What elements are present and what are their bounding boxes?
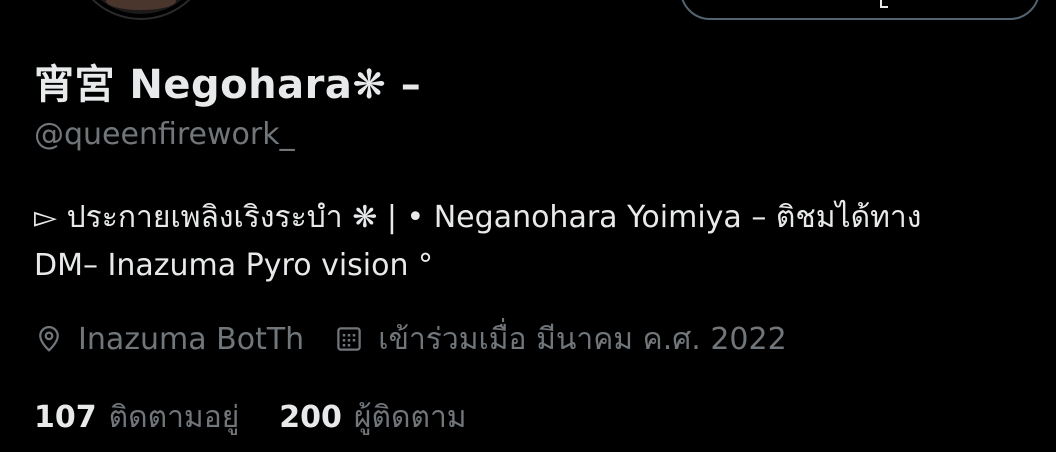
map-pin-icon bbox=[39, 326, 59, 352]
calendar-icon bbox=[337, 327, 361, 351]
follow-stats: 107 ติดตามอยู่ 200 ผู้ติดตาม bbox=[34, 394, 507, 440]
profile-bio: ▻ ประกายเพลิงเริงระบำ ❋ | • Neganohara Y… bbox=[34, 194, 1034, 290]
followers-link[interactable]: 200 ผู้ติดตาม bbox=[279, 394, 466, 441]
username: @queenfirework_ bbox=[34, 117, 295, 152]
profile-action-button[interactable] bbox=[680, 0, 1040, 20]
following-count: 107 bbox=[34, 399, 97, 435]
location-item: Inazuma BotTh bbox=[34, 322, 304, 357]
chevron-down-icon bbox=[880, 0, 888, 8]
bio-line-1: ▻ ประกายเพลิงเริงระบำ ❋ | • Neganohara Y… bbox=[34, 200, 922, 235]
display-name: 宵宮 Negohara❋ – bbox=[34, 62, 422, 108]
location-text: Inazuma BotTh bbox=[78, 321, 305, 357]
avatar[interactable] bbox=[72, 0, 210, 18]
followers-count: 200 bbox=[279, 399, 342, 435]
followers-label: ผู้ติดตาม bbox=[353, 399, 467, 435]
joined-item: เข้าร่วมเมื่อ มีนาคม ค.ศ. 2022 bbox=[334, 316, 787, 363]
profile-meta: Inazuma BotTh เข้าร่วมเมื่อ มีนาคม ค.ศ. … bbox=[34, 316, 817, 362]
bio-line-2: DM– Inazuma Pyro vision ° bbox=[34, 248, 434, 283]
following-label: ติดตามอยู่ bbox=[108, 399, 240, 435]
following-link[interactable]: 107 ติดตามอยู่ bbox=[34, 394, 239, 441]
joined-date-text: เข้าร่วมเมื่อ มีนาคม ค.ศ. 2022 bbox=[378, 321, 787, 357]
